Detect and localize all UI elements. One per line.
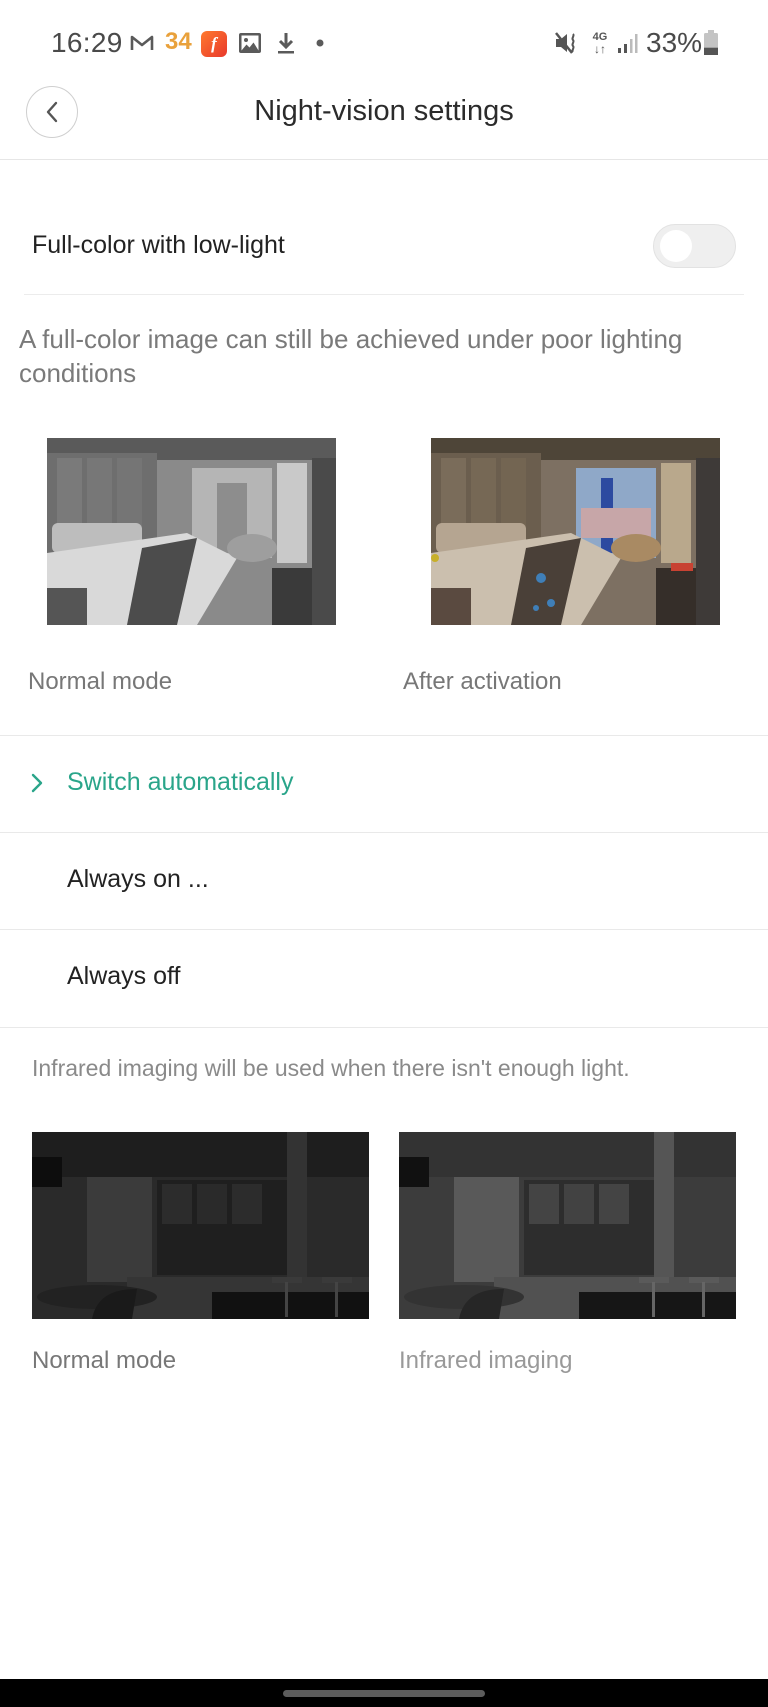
home-gesture-handle[interactable] xyxy=(283,1690,485,1697)
full-color-label: Full-color with low-light xyxy=(32,231,285,259)
divider xyxy=(24,294,744,295)
page-title: Night-vision settings xyxy=(254,95,514,127)
option-always-off[interactable]: Always off xyxy=(0,930,768,1026)
image-icon xyxy=(237,30,263,56)
normal-mode-night-caption: Normal mode xyxy=(32,1347,177,1374)
chevron-right-icon xyxy=(31,773,43,793)
data-arrows-icon: ↓↑ xyxy=(594,41,606,56)
after-activation-preview-image xyxy=(431,438,720,625)
option-always-on[interactable]: Always on ... xyxy=(0,833,768,929)
full-color-description: A full-color image can still be achieved… xyxy=(19,324,683,388)
option-switch-automatically[interactable]: Switch automatically xyxy=(0,736,768,832)
header-divider xyxy=(0,159,768,160)
app-f-icon: f xyxy=(201,31,227,57)
battery-icon xyxy=(703,30,719,56)
infrared-imaging-image xyxy=(399,1132,736,1319)
option-label: Switch automatically xyxy=(67,768,294,796)
battery-fill xyxy=(704,47,718,55)
infrared-imaging-caption: Infrared imaging xyxy=(399,1347,573,1374)
infrared-description: Infrared imaging will be used when there… xyxy=(32,1055,630,1081)
signal-icon xyxy=(616,30,640,56)
full-color-toggle[interactable] xyxy=(653,224,736,268)
download-icon xyxy=(274,30,298,56)
gmail-icon xyxy=(128,30,156,56)
after-activation-caption: After activation xyxy=(403,668,562,695)
option-label: Always off xyxy=(67,962,181,990)
battery-percent: 33% xyxy=(646,27,703,58)
mute-vibrate-icon xyxy=(554,30,580,56)
normal-mode-caption: Normal mode xyxy=(28,668,173,695)
status-bar: 16:29 34 f 4G ↓↑ 33% xyxy=(0,0,768,80)
toggle-knob xyxy=(660,230,692,262)
4g-data-icon: 4G ↓↑ xyxy=(588,30,612,56)
normal-mode-preview-image xyxy=(47,438,336,625)
dot-icon xyxy=(313,30,327,56)
notification-count-badge: 34 xyxy=(165,28,192,55)
divider xyxy=(0,1027,768,1028)
status-time: 16:29 xyxy=(51,27,123,58)
network-type-label: 4G xyxy=(592,30,608,43)
normal-mode-night-image xyxy=(32,1132,369,1319)
option-label: Always on ... xyxy=(67,865,209,893)
